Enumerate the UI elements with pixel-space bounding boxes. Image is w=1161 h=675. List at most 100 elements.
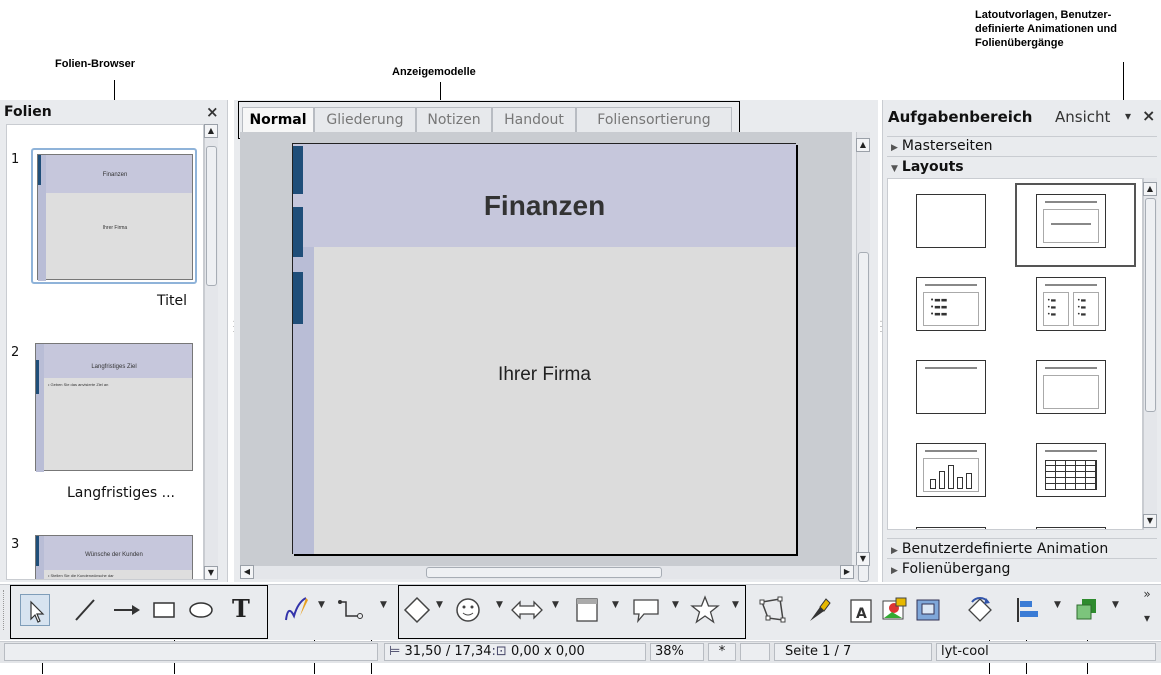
slides-pane-title: Folien bbox=[4, 104, 52, 120]
scroll-up-icon[interactable]: ▲ bbox=[1143, 182, 1157, 196]
slide-accent-bar bbox=[293, 146, 303, 194]
task-pane-view-menu[interactable]: Ansicht bbox=[1055, 108, 1110, 126]
layout-title-list[interactable]: •▬▬ •▬▬ •▬▬ bbox=[916, 277, 986, 331]
scroll-left-icon[interactable]: ◀ bbox=[240, 565, 254, 579]
thumb-body: • Stellen Sie die Kundenwünsche dar bbox=[48, 573, 114, 578]
thumb-title: Wünsche der Kunden bbox=[85, 552, 143, 558]
task-pane-title: Aufgabenbereich bbox=[888, 108, 1033, 126]
scroll-down-icon[interactable]: ▼ bbox=[1143, 514, 1157, 528]
scroll-thumb[interactable] bbox=[1145, 198, 1156, 412]
slide-subtitle[interactable]: Ihrer Firma bbox=[293, 364, 796, 386]
ellipse-icon[interactable] bbox=[188, 600, 214, 624]
section-custom-animation[interactable]: ▶ Benutzerdefinierte Animation bbox=[887, 538, 1157, 558]
status-cell bbox=[740, 643, 770, 661]
task-pane: Aufgabenbereich Ansicht ▾ × ▶ Masterseite… bbox=[882, 100, 1161, 582]
select-icon[interactable] bbox=[20, 594, 50, 626]
flowchart-icon[interactable] bbox=[574, 596, 600, 628]
scroll-thumb[interactable] bbox=[206, 146, 217, 286]
dropdown-arrow-icon[interactable]: ▼ bbox=[380, 600, 387, 610]
dropdown-arrow-icon[interactable]: ▼ bbox=[552, 600, 559, 610]
layout-partial[interactable] bbox=[916, 527, 986, 529]
dropdown-arrow-icon[interactable]: ▼ bbox=[732, 600, 739, 610]
rectangle-icon[interactable] bbox=[152, 600, 176, 624]
status-page: Seite 1 / 7 bbox=[774, 643, 932, 661]
tab-notizen[interactable]: Notizen bbox=[416, 107, 492, 133]
dropdown-arrow-icon[interactable]: ▼ bbox=[612, 600, 619, 610]
slides-list: 1 Finanzen Ihrer Firma Titel 2 Langfrist… bbox=[6, 124, 204, 580]
points-icon[interactable] bbox=[758, 596, 786, 628]
tab-gliederung[interactable]: Gliederung bbox=[314, 107, 416, 133]
rotate-icon[interactable] bbox=[966, 596, 994, 628]
dropdown-arrow-icon[interactable]: ▼ bbox=[496, 600, 503, 610]
layout-title-only[interactable] bbox=[916, 360, 986, 414]
workspace-vscroll[interactable]: ▲ ▼ bbox=[856, 132, 870, 582]
text-icon[interactable]: T bbox=[232, 594, 250, 623]
dropdown-arrow-icon[interactable]: ▼ bbox=[1112, 600, 1119, 610]
layouts-scrollbar[interactable]: ▲ ▼ bbox=[1143, 178, 1157, 530]
layout-partial[interactable] bbox=[1036, 527, 1106, 529]
slides-scrollbar[interactable]: ▲ ▼ bbox=[204, 124, 218, 580]
more-icon[interactable]: » ▾ bbox=[1138, 588, 1156, 634]
fontwork-icon[interactable]: A bbox=[848, 596, 874, 628]
connector-icon[interactable] bbox=[336, 596, 366, 628]
align-icon[interactable] bbox=[1014, 596, 1040, 628]
status-modified: * bbox=[708, 643, 736, 661]
expand-arrow-icon: ▶ bbox=[891, 143, 898, 153]
scroll-up-icon[interactable]: ▲ bbox=[856, 138, 870, 152]
dropdown-arrow-icon[interactable]: ▼ bbox=[1054, 600, 1061, 610]
status-zoom[interactable]: 38% bbox=[650, 643, 704, 661]
arrow-line-icon[interactable] bbox=[112, 596, 142, 628]
stars-icon[interactable] bbox=[690, 595, 720, 629]
scroll-thumb[interactable] bbox=[858, 252, 869, 582]
slide[interactable]: Finanzen Ihrer Firma bbox=[292, 143, 796, 554]
section-master-pages[interactable]: ▶ Masterseiten bbox=[887, 136, 1157, 154]
task-pane-close-icon[interactable]: × bbox=[1142, 106, 1155, 125]
status-position: ⊨ 31,50 / 17,34:⊡ 0,00 x 0,00 bbox=[384, 643, 646, 661]
section-layouts[interactable]: ▼ Layouts bbox=[887, 156, 1157, 176]
callout-task-pane-2: definierte Animationen und bbox=[975, 23, 1117, 35]
layout-title-content[interactable] bbox=[1036, 194, 1106, 248]
arrange-icon[interactable] bbox=[1072, 596, 1100, 628]
line-icon[interactable] bbox=[72, 596, 98, 628]
layout-title-object[interactable] bbox=[1036, 360, 1106, 414]
scroll-down-icon[interactable]: ▼ bbox=[856, 552, 870, 566]
slide-title[interactable]: Finanzen bbox=[293, 190, 796, 222]
section-slide-transition[interactable]: ▶ Folienübergang bbox=[887, 558, 1157, 578]
slide-thumbnail-2[interactable]: Langfristiges Ziel • Geben Sie das anvis… bbox=[35, 343, 193, 472]
view-menu-arrow-icon[interactable]: ▾ bbox=[1125, 109, 1131, 123]
slide-caption: Titel bbox=[157, 293, 188, 309]
layout-blank[interactable] bbox=[916, 194, 986, 248]
tab-normal[interactable]: Normal bbox=[242, 107, 314, 133]
workspace-hscroll[interactable]: ◀ ▶ bbox=[240, 565, 858, 579]
scroll-down-icon[interactable]: ▼ bbox=[204, 566, 218, 580]
insert-image-icon[interactable] bbox=[880, 596, 908, 628]
scroll-right-icon[interactable]: ▶ bbox=[840, 565, 854, 579]
slide-number: 2 bbox=[11, 345, 20, 360]
thumb-body: Ihrer Firma bbox=[102, 225, 128, 231]
slide-thumbnail-selected[interactable]: Finanzen Ihrer Firma bbox=[31, 148, 197, 284]
dropdown-arrow-icon[interactable]: ▼ bbox=[672, 600, 679, 610]
insert-object-icon[interactable] bbox=[914, 596, 942, 628]
scroll-thumb[interactable] bbox=[426, 567, 662, 578]
layout-title-table[interactable] bbox=[1036, 443, 1106, 497]
dropdown-arrow-icon[interactable]: ▼ bbox=[318, 600, 325, 610]
callout-task-pane-1: Latoutvorlagen, Benutzer- bbox=[975, 9, 1112, 21]
basic-shapes-icon[interactable] bbox=[403, 596, 431, 628]
glue-points-icon[interactable] bbox=[804, 595, 832, 629]
tab-handout[interactable]: Handout bbox=[492, 107, 576, 133]
scroll-up-icon[interactable]: ▲ bbox=[204, 124, 218, 138]
dropdown-arrow-icon[interactable]: ▼ bbox=[436, 600, 443, 610]
layout-two-lists[interactable]: •▬ •▬ •▬ •▬ •▬ •▬ bbox=[1036, 277, 1106, 331]
slide-number: 1 bbox=[11, 152, 20, 167]
callouts-icon[interactable] bbox=[630, 596, 662, 628]
layout-title-chart[interactable] bbox=[916, 443, 986, 497]
tab-foliensortierung[interactable]: Foliensortierung bbox=[576, 107, 732, 133]
curve-icon[interactable] bbox=[282, 594, 310, 628]
slide-thumbnail-3[interactable]: Wünsche der Kunden • Stellen Sie die Kun… bbox=[35, 535, 193, 579]
callout-task-pane-3: Folienübergänge bbox=[975, 37, 1064, 49]
symbol-shapes-icon[interactable] bbox=[454, 596, 482, 628]
callout-line bbox=[440, 82, 441, 102]
block-arrows-icon[interactable] bbox=[510, 598, 544, 626]
slides-pane-close-icon[interactable]: × bbox=[206, 103, 219, 121]
expand-arrow-icon: ▶ bbox=[891, 546, 898, 556]
